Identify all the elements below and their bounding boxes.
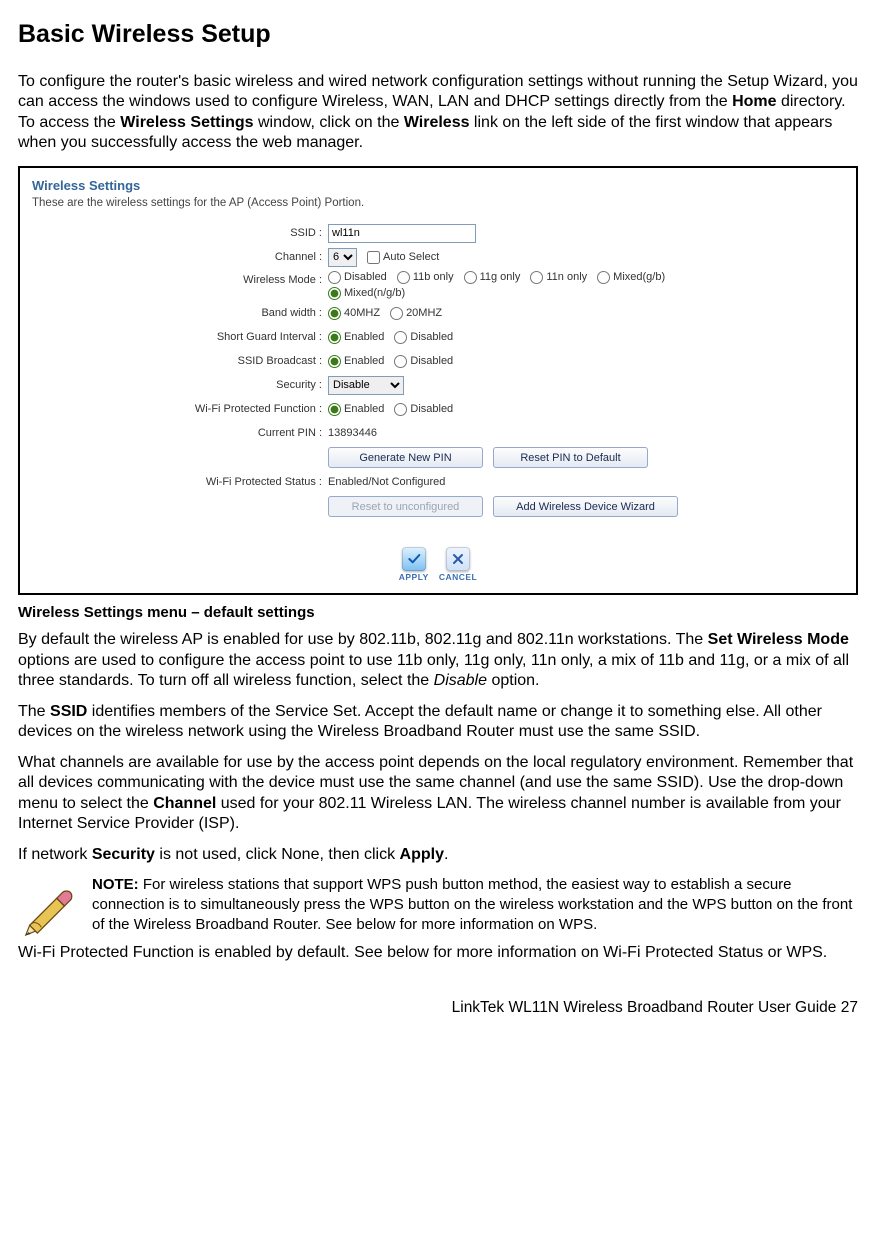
paragraph-wpf: Wi-Fi Protected Function is enabled by d… — [18, 943, 858, 963]
wireless-settings-screenshot: Wireless Settings These are the wireless… — [18, 166, 858, 595]
apply-label: APPLY — [399, 572, 429, 583]
add-wireless-device-button[interactable]: Add Wireless Device Wizard — [493, 496, 678, 517]
wmode-11g-label: 11g only — [480, 270, 521, 284]
note-body: For wireless stations that support WPS p… — [92, 876, 852, 933]
cancel-button[interactable]: CANCEL — [439, 547, 477, 583]
wmode-disabled-radio[interactable] — [328, 271, 341, 284]
text: option. — [487, 672, 539, 689]
footer-page-number: 27 — [841, 999, 858, 1016]
ssidb-disabled-label: Disabled — [410, 354, 453, 368]
sgi-enabled-radio[interactable] — [328, 331, 341, 344]
sgi-disabled-label: Disabled — [410, 330, 453, 344]
label-wireless-mode: Wireless Mode : — [62, 270, 328, 287]
label-sgi: Short Guard Interval : — [62, 330, 328, 344]
label-current-pin: Current PIN : — [62, 426, 328, 440]
wmode-11n-label: 11n only — [546, 270, 587, 284]
cancel-label: CANCEL — [439, 572, 477, 583]
footer-text: LinkTek WL11N Wireless Broadband Router … — [452, 999, 837, 1016]
wmode-11n-radio[interactable] — [530, 271, 543, 284]
page-heading: Basic Wireless Setup — [18, 18, 858, 50]
text-bold: Wireless — [404, 114, 470, 131]
text-bold: Set Wireless Mode — [708, 631, 849, 648]
ssid-input[interactable] — [328, 224, 476, 243]
text-bold: SSID — [50, 703, 87, 720]
wps-status-value: Enabled/Not Configured — [328, 475, 445, 489]
sgi-enabled-label: Enabled — [344, 330, 384, 344]
paragraph-security: If network Security is not used, click N… — [18, 845, 858, 865]
close-icon — [446, 547, 470, 571]
text: By default the wireless AP is enabled fo… — [18, 631, 708, 648]
ssidb-enabled-radio[interactable] — [328, 355, 341, 368]
label-security: Security : — [62, 378, 328, 392]
text-bold: Wireless Settings — [120, 114, 253, 131]
auto-select-label: Auto Select — [383, 250, 439, 264]
page-footer: LinkTek WL11N Wireless Broadband Router … — [18, 998, 858, 1018]
label-channel: Channel : — [62, 250, 328, 264]
label-ssid-broadcast: SSID Broadcast : — [62, 354, 328, 368]
security-select[interactable]: Disable — [328, 376, 404, 395]
sgi-disabled-radio[interactable] — [394, 331, 407, 344]
check-icon — [402, 547, 426, 571]
note-block: NOTE: For wireless stations that support… — [18, 875, 858, 937]
text: identifies members of the Service Set. A… — [18, 703, 822, 740]
text-bold: Channel — [153, 795, 216, 812]
text: The — [18, 703, 50, 720]
wmode-disabled-label: Disabled — [344, 270, 387, 284]
bw40-radio[interactable] — [328, 307, 341, 320]
wmode-mixgb-radio[interactable] — [597, 271, 610, 284]
wmode-mixgb-label: Mixed(g/b) — [613, 270, 665, 284]
text: . — [444, 846, 448, 863]
current-pin-value: 13893446 — [328, 426, 377, 440]
label-ssid: SSID : — [62, 226, 328, 240]
paragraph-wireless-mode: By default the wireless AP is enabled fo… — [18, 630, 858, 691]
paragraph-ssid: The SSID identifies members of the Servi… — [18, 702, 858, 743]
text: If network — [18, 846, 92, 863]
text-bold: Security — [92, 846, 155, 863]
bw40-label: 40MHZ — [344, 306, 380, 320]
pencil-icon — [18, 875, 80, 937]
wmode-11b-radio[interactable] — [397, 271, 410, 284]
wmode-mixngb-radio[interactable] — [328, 287, 341, 300]
note-text: NOTE: For wireless stations that support… — [92, 875, 858, 934]
intro-paragraph: To configure the router's basic wireless… — [18, 72, 858, 154]
bw20-radio[interactable] — [390, 307, 403, 320]
wmode-mixngb-label: Mixed(n/g/b) — [344, 286, 405, 300]
text-bold: Home — [732, 93, 776, 110]
wmode-11b-label: 11b only — [413, 270, 454, 284]
reset-pin-button[interactable]: Reset PIN to Default — [493, 447, 648, 468]
bw20-label: 20MHZ — [406, 306, 442, 320]
screenshot-caption: Wireless Settings menu – default setting… — [18, 603, 858, 622]
label-wpf: Wi-Fi Protected Function : — [62, 402, 328, 416]
panel-subtitle: These are the wireless settings for the … — [32, 196, 844, 211]
apply-button[interactable]: APPLY — [399, 547, 429, 583]
label-bandwidth: Band width : — [62, 306, 328, 320]
text-bold: Apply — [400, 846, 444, 863]
generate-pin-button[interactable]: Generate New PIN — [328, 447, 483, 468]
wpf-disabled-label: Disabled — [410, 402, 453, 416]
text: window, click on the — [254, 114, 404, 131]
ssidb-disabled-radio[interactable] — [394, 355, 407, 368]
paragraph-channel: What channels are available for use by t… — [18, 753, 858, 835]
text-italic: Disable — [434, 672, 487, 689]
wmode-11g-radio[interactable] — [464, 271, 477, 284]
ssidb-enabled-label: Enabled — [344, 354, 384, 368]
wpf-disabled-radio[interactable] — [394, 403, 407, 416]
reset-unconfigured-button: Reset to unconfigured — [328, 496, 483, 517]
label-wps-status: Wi-Fi Protected Status : — [62, 475, 328, 489]
channel-select[interactable]: 6 — [328, 248, 357, 267]
panel-title: Wireless Settings — [32, 178, 844, 195]
auto-select-checkbox[interactable] — [367, 251, 380, 264]
note-label: NOTE: — [92, 876, 139, 893]
wpf-enabled-label: Enabled — [344, 402, 384, 416]
text: is not used, click None, then click — [155, 846, 400, 863]
wpf-enabled-radio[interactable] — [328, 403, 341, 416]
